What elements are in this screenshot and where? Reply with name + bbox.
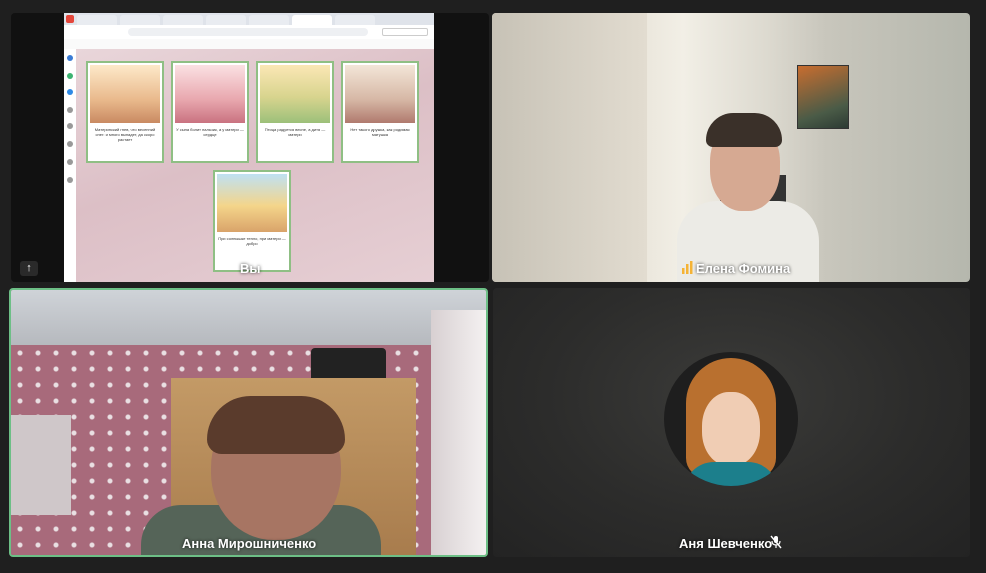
card-illustration (345, 65, 415, 123)
participant-name-elena: Елена Фомина (696, 261, 791, 276)
browser-app-icon (66, 15, 74, 23)
share-arrow-icon[interactable]: ↑ (20, 261, 38, 276)
browser-tab-active (292, 15, 332, 25)
avatar-shirt (684, 462, 778, 486)
browser-tab (77, 15, 117, 25)
person-hair (706, 113, 782, 147)
card-caption: При солнышке тепло, при матери — добро (218, 236, 286, 246)
sidebar-icon (67, 55, 73, 61)
sidebar-icon (67, 89, 73, 95)
window-light (431, 310, 486, 555)
audio-level-icon (682, 261, 693, 279)
sidebar-icon (67, 73, 73, 79)
sidebar-icon (67, 107, 73, 113)
url-field (128, 28, 368, 36)
card-illustration (175, 65, 245, 123)
card-caption: Птица радуется весне, а дитя — матери (264, 127, 326, 137)
browser-tab (120, 15, 160, 25)
sidebar-icon (67, 159, 73, 165)
browser-address-bar (64, 25, 434, 40)
proverb-board: Материнский гнев, что весенний снег: и м… (76, 49, 434, 282)
proverb-card: Нет такого дружка, как родимая матушка (341, 61, 419, 163)
avatar-face (702, 392, 760, 466)
wall-rug (11, 415, 71, 515)
proverb-card: У сына болит пальчик, а у матери — сердц… (171, 61, 249, 163)
wall-painting (797, 65, 849, 129)
mic-off-icon (770, 535, 782, 554)
card-caption: У сына болит пальчик, а у матери — сердц… (176, 127, 244, 137)
tile-elena-fomina[interactable]: Елена Фомина (492, 13, 970, 282)
person-hair (207, 396, 345, 454)
card-caption: Нет такого дружка, как родимая матушка (350, 127, 410, 137)
participant-name-anna-m: Анна Мирошниченко (182, 536, 317, 551)
participant-name-anya-sh: Аня Шевченко (679, 536, 773, 551)
browser-tab (335, 15, 375, 25)
proverb-card: Материнский гнев, что весенний снег: и м… (86, 61, 164, 163)
browser-tab (249, 15, 289, 25)
shared-screen: Материнский гнев, что весенний снег: и м… (64, 13, 434, 282)
speakers (311, 348, 386, 382)
card-illustration (260, 65, 330, 123)
sidebar-icon (67, 123, 73, 129)
curtain (492, 13, 647, 282)
card-illustration (90, 65, 160, 123)
card-caption: Материнский гнев, что весенний снег: и м… (94, 127, 156, 142)
browser-extension-button (382, 28, 428, 36)
avatar (664, 352, 798, 486)
tile-anya-shevchenko[interactable]: Аня Шевченко (493, 288, 970, 557)
browser-tab (163, 15, 203, 25)
sidebar-icon (67, 141, 73, 147)
ceiling (11, 290, 486, 345)
sidebar-icon (67, 177, 73, 183)
browser-tab (206, 15, 246, 25)
participant-name-self: Вы (240, 261, 261, 276)
proverb-card: Птица радуется весне, а дитя — матери (256, 61, 334, 163)
tile-anna-miroshnichenko[interactable]: Анна Мирошниченко (9, 288, 488, 557)
browser-tab-bar (64, 13, 434, 25)
card-illustration (217, 174, 287, 232)
proverb-card: При солнышке тепло, при матери — добро (213, 170, 291, 272)
tile-self-screen-share[interactable]: Материнский гнев, что весенний снег: и м… (11, 13, 489, 282)
